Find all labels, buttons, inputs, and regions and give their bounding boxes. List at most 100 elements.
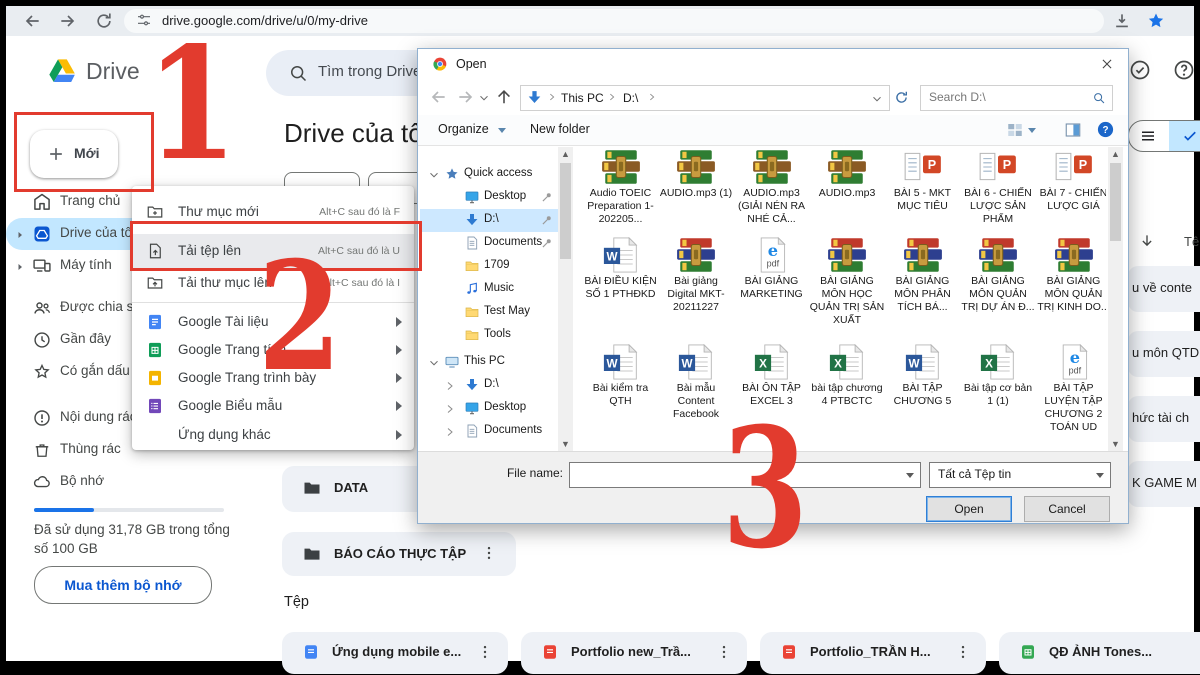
file-card[interactable]: Ứng dụng mobile e... bbox=[282, 632, 508, 674]
dialog-search-box[interactable]: Search D:\ bbox=[920, 85, 1113, 111]
file-item[interactable]: AUDIO.mp3 (GIẢI NÉN RA NHÉ CẢ... bbox=[734, 149, 809, 226]
file-card[interactable]: Portfolio_TRẦN H... bbox=[760, 632, 986, 674]
layout-toggle[interactable] bbox=[1128, 120, 1200, 152]
grid-view-check-icon[interactable] bbox=[1181, 127, 1199, 145]
search-icon[interactable] bbox=[1092, 91, 1106, 105]
file-item[interactable]: AUDIO.mp3 bbox=[810, 149, 885, 200]
file-item[interactable]: Bài giảng Digital MKT-20211227 bbox=[659, 237, 734, 314]
views-caret-icon[interactable] bbox=[1028, 128, 1036, 133]
nav-history-caret-icon[interactable] bbox=[478, 91, 490, 103]
organize-caret-icon[interactable] bbox=[498, 128, 506, 133]
folder-chip[interactable]: BÁO CÁO THỰC TẬP bbox=[282, 532, 516, 576]
crumb-d-drive[interactable]: D:\ bbox=[623, 91, 638, 105]
grid-scrollbar[interactable]: ▲ ▼ bbox=[1108, 147, 1123, 451]
dialog-titlebar[interactable]: Open bbox=[418, 49, 1128, 79]
breadcrumb-caret-icon[interactable] bbox=[871, 92, 883, 104]
file-item[interactable]: PBÀI 7 - CHIẾN LƯỢC GIÁ bbox=[1036, 149, 1106, 213]
expander-closed-icon[interactable] bbox=[444, 402, 456, 414]
file-item[interactable]: AUDIO.mp3 (1) bbox=[659, 149, 734, 200]
nav-back-icon[interactable] bbox=[428, 87, 448, 107]
file-item[interactable]: Xbài tập chương 4 PTBCTC bbox=[810, 344, 885, 408]
expander-closed-icon[interactable] bbox=[444, 379, 456, 391]
tree-item-desktop[interactable]: Desktop bbox=[420, 186, 558, 209]
list-view-icon[interactable] bbox=[1139, 127, 1157, 145]
expander-closed-icon[interactable] bbox=[444, 425, 456, 437]
suggested-row[interactable]: u môn QTD bbox=[1128, 331, 1200, 377]
file-item[interactable]: PBÀI 6 - CHIẾN LƯỢC SẢN PHẨM bbox=[961, 149, 1036, 226]
views-icon[interactable] bbox=[1006, 121, 1024, 139]
more-options-icon[interactable] bbox=[1193, 643, 1200, 661]
file-item[interactable]: BÀI GIẢNG MÔN PHÂN TÍCH BÁ... bbox=[885, 237, 960, 314]
offline-status-icon[interactable] bbox=[1128, 58, 1152, 82]
file-item[interactable]: XBài tập cơ bản 1 (1) bbox=[961, 344, 1036, 408]
back-icon[interactable] bbox=[22, 11, 42, 31]
forward-icon[interactable] bbox=[58, 11, 78, 31]
help-icon[interactable] bbox=[1172, 58, 1196, 82]
tree-item-this-pc[interactable]: This PC bbox=[420, 351, 558, 374]
file-item-name: bài tập chương 4 PTBCTC bbox=[810, 382, 885, 408]
file-item[interactable]: BÀI GIẢNG MÔN QUẢN TRỊ DỰ ÁN Đ... bbox=[961, 237, 1036, 314]
tree-item-tools[interactable]: Tools bbox=[420, 324, 558, 347]
more-options-icon[interactable] bbox=[480, 544, 498, 562]
more-options-icon[interactable] bbox=[715, 643, 733, 661]
tree-item-music[interactable]: Music bbox=[420, 278, 558, 301]
suggested-row[interactable]: hức tài ch bbox=[1128, 396, 1200, 442]
tree-item-quick-access[interactable]: Quick access bbox=[420, 163, 558, 186]
tree-item-label: Quick access bbox=[464, 167, 532, 179]
page-title: Drive của tôi bbox=[284, 118, 429, 149]
refresh-icon[interactable] bbox=[893, 89, 910, 106]
suggested-row[interactable]: K GAME M bbox=[1128, 461, 1200, 507]
breadcrumb[interactable]: This PC D:\ bbox=[520, 85, 890, 111]
help-icon[interactable]: ? bbox=[1096, 120, 1115, 139]
documents-win-icon bbox=[464, 423, 480, 439]
tree-item-d-[interactable]: D:\ bbox=[420, 374, 558, 397]
sidebar-item-bộ-nhớ[interactable]: Bộ nhớ bbox=[6, 466, 258, 498]
file-item[interactable]: WBài kiểm tra QTH bbox=[583, 344, 658, 408]
suggested-row[interactable]: u về conte bbox=[1128, 266, 1200, 312]
download-icon[interactable] bbox=[1112, 11, 1132, 31]
tree-item-1709[interactable]: 1709 bbox=[420, 255, 558, 278]
file-type-select[interactable]: Tất cả Tệp tin bbox=[929, 462, 1111, 488]
organize-button[interactable]: Organize bbox=[438, 122, 489, 136]
bookmark-star-icon[interactable] bbox=[1146, 11, 1166, 31]
file-item[interactable]: epdfBÀI GIẢNG MARKETING bbox=[734, 237, 809, 301]
file-item-name: BÀI GIẢNG MARKETING bbox=[734, 275, 809, 301]
reload-icon[interactable] bbox=[94, 11, 114, 31]
new-folder-button[interactable]: New folder bbox=[530, 122, 590, 136]
cancel-button[interactable]: Cancel bbox=[1024, 496, 1110, 522]
expander-icon[interactable] bbox=[14, 228, 26, 240]
more-options-icon[interactable] bbox=[954, 643, 972, 661]
preview-pane-icon[interactable] bbox=[1064, 121, 1082, 139]
expander-icon[interactable] bbox=[14, 260, 26, 272]
file-item[interactable]: epdfBÀI TẬP LUYỆN TẬP CHƯƠNG 2 TOÁN UD bbox=[1036, 344, 1106, 434]
file-item[interactable]: WBÀI TẬP CHƯƠNG 5 bbox=[885, 344, 960, 408]
nav-forward-icon[interactable] bbox=[456, 87, 476, 107]
close-icon[interactable] bbox=[1100, 57, 1114, 71]
expander-open-icon[interactable] bbox=[428, 356, 440, 368]
menu-item-ứng-dụng-khác[interactable]: Ứng dụng khác bbox=[132, 420, 414, 450]
tree-item-d-[interactable]: D:\ bbox=[420, 209, 558, 232]
expander-open-icon[interactable] bbox=[428, 168, 440, 180]
file-item[interactable]: PBÀI 5 - MKT MỤC TIÊU bbox=[885, 149, 960, 213]
file-item[interactable]: WBÀI ĐIỀU KIỆN SỐ 1 PTHĐKD bbox=[583, 237, 658, 301]
sort-header[interactable]: Tên bbox=[1134, 232, 1200, 252]
nav-up-icon[interactable] bbox=[494, 87, 514, 107]
address-bar[interactable]: drive.google.com/drive/u/0/my-drive bbox=[124, 9, 1104, 33]
sort-column-label[interactable]: Tên bbox=[1184, 234, 1200, 249]
file-item[interactable]: Audio TOEIC Preparation 1-202205... bbox=[583, 149, 658, 226]
tree-item-label: Tools bbox=[484, 328, 511, 340]
sort-arrow-down-icon[interactable] bbox=[1138, 232, 1156, 250]
tree-scrollbar[interactable]: ▲ ▼ bbox=[558, 147, 573, 451]
open-button[interactable]: Open bbox=[926, 496, 1012, 522]
buy-storage-button[interactable]: Mua thêm bộ nhớ bbox=[34, 566, 212, 604]
tree-item-desktop[interactable]: Desktop bbox=[420, 397, 558, 420]
file-item[interactable]: BÀI GIẢNG MÔN QUẢN TRỊ KINH DO... bbox=[1036, 237, 1106, 314]
file-card[interactable]: QĐ ẢNH Tones... bbox=[999, 632, 1200, 674]
crumb-this-pc[interactable]: This PC bbox=[561, 91, 604, 105]
tree-item-documents[interactable]: Documents bbox=[420, 420, 558, 443]
file-item[interactable]: BÀI GIẢNG MÔN HỌC QUẢN TRỊ SẢN XUẤT bbox=[810, 237, 885, 327]
tree-item-documents[interactable]: Documents bbox=[420, 232, 558, 255]
tree-item-test-may[interactable]: Test May bbox=[420, 301, 558, 324]
more-options-icon[interactable] bbox=[476, 643, 494, 661]
file-card[interactable]: Portfolio new_Trầ... bbox=[521, 632, 747, 674]
